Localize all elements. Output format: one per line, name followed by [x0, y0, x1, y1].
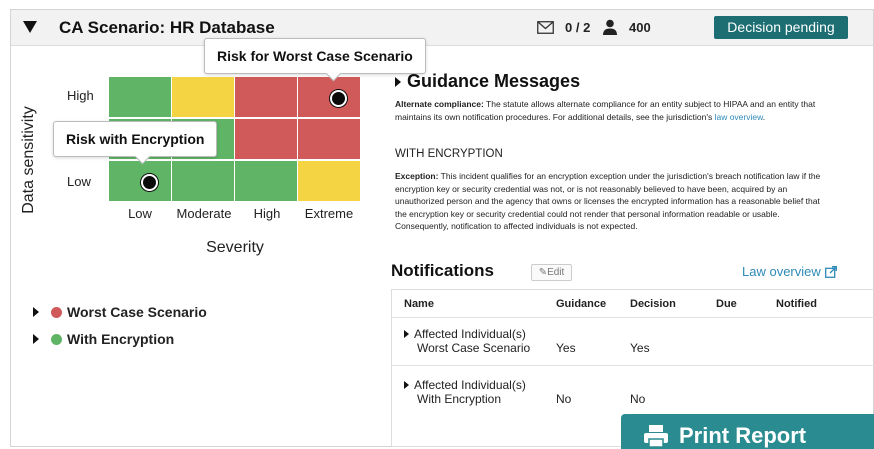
worst-case-marker[interactable] [330, 90, 347, 107]
row-name-line2: With Encryption [417, 392, 502, 406]
matrix-cell [235, 77, 297, 117]
pencil-icon: ✎ [538, 267, 548, 278]
x-tick-extreme: Extreme [304, 206, 354, 221]
x-tick-moderate: Moderate [176, 206, 232, 221]
legend-label: With Encryption [67, 331, 175, 347]
matrix-cell [235, 161, 297, 201]
expand-caret-icon [404, 330, 409, 338]
collapse-caret-icon[interactable] [23, 21, 37, 33]
law-overview-label: Law overview [742, 264, 821, 279]
table-row[interactable]: Affected Individual(s) With Encryption N… [392, 370, 874, 417]
row-guidance: Yes [556, 341, 576, 355]
row-name-line2: Worst Case Scenario [417, 341, 531, 355]
expand-caret-icon [395, 76, 401, 87]
printer-icon [644, 425, 668, 448]
guidance-text: This incident qualifies for an encryptio… [395, 171, 821, 231]
notifications-title: Notifications [391, 261, 494, 280]
x-tick-low: Low [128, 206, 152, 221]
edit-label: Edit [547, 267, 565, 278]
y-tick-low: Low [67, 174, 91, 189]
guidance-label: Alternate compliance: [395, 99, 484, 109]
scenario-title: CA Scenario: HR Database [59, 18, 275, 37]
col-guidance: Guidance [556, 298, 607, 310]
row-name: Affected Individual(s) With Encryption [404, 378, 526, 406]
law-overview-button[interactable]: Law overview [742, 264, 837, 279]
expand-caret-icon [33, 334, 39, 344]
external-link-icon [824, 265, 837, 278]
callout-encryption: Risk with Encryption [53, 121, 218, 157]
guidance-toggle[interactable]: Guidance Messages [395, 71, 580, 92]
legend-label: Worst Case Scenario [67, 304, 207, 320]
col-decision: Decision [630, 298, 676, 310]
guidance-text-end: . [762, 111, 766, 122]
y-tick-high: High [67, 88, 94, 103]
green-dot-icon [51, 333, 62, 345]
y-axis-label: Data sensitivity [20, 106, 37, 214]
guidance-title: Guidance Messages [407, 71, 581, 91]
envelope-icon [537, 21, 554, 34]
matrix-cell [298, 119, 360, 159]
col-name: Name [404, 298, 434, 310]
col-due: Due [716, 298, 737, 310]
matrix-cell [172, 77, 234, 117]
matrix-cell [298, 77, 360, 117]
matrix-cell [298, 161, 360, 201]
matrix-cell [172, 161, 234, 201]
encryption-marker[interactable] [141, 174, 158, 191]
scenario-header: CA Scenario: HR Database 0 / 2 400 Decis… [11, 10, 873, 46]
row-name-line1: Affected Individual(s) [414, 327, 526, 341]
table-header: Name Guidance Decision Due Notified [392, 290, 874, 318]
row-decision: Yes [630, 341, 650, 355]
legend-worst-case[interactable]: Worst Case Scenario [33, 304, 207, 320]
col-notified: Notified [776, 298, 817, 310]
guidance-exception: Exception: This incident qualifies for a… [395, 170, 825, 233]
x-tick-high: High [253, 206, 281, 221]
law-overview-link[interactable]: law overview [715, 112, 763, 122]
guidance-alternate-compliance: Alternate compliance: The statute allows… [395, 98, 825, 123]
message-count: 0 / 2 [565, 20, 591, 35]
red-dot-icon [51, 306, 62, 318]
print-report-button[interactable]: Print Report [621, 414, 874, 449]
expand-caret-icon [33, 307, 39, 317]
row-name: Affected Individual(s) Worst Case Scenar… [404, 327, 530, 355]
matrix-cell [109, 161, 171, 201]
edit-button[interactable]: ✎Edit [531, 264, 572, 281]
legend-with-encryption[interactable]: With Encryption [33, 331, 174, 347]
status-badge: Decision pending [714, 16, 848, 39]
expand-caret-icon [404, 381, 409, 389]
guidance-label: Exception: [395, 171, 439, 181]
table-row[interactable]: Affected Individual(s) Worst Case Scenar… [392, 319, 874, 366]
guidance-subheading: WITH ENCRYPTION [395, 148, 503, 160]
callout-worst-case: Risk for Worst Case Scenario [204, 38, 426, 74]
print-report-label: Print Report [679, 423, 807, 448]
row-guidance: No [556, 392, 572, 406]
row-name-line1: Affected Individual(s) [414, 378, 526, 392]
x-axis-label: Severity [206, 239, 264, 256]
matrix-cell [235, 119, 297, 159]
scenario-card: CA Scenario: HR Database 0 / 2 400 Decis… [10, 9, 874, 447]
matrix-cell [109, 77, 171, 117]
row-decision: No [630, 392, 646, 406]
user-icon [603, 19, 617, 35]
affected-user-count: 400 [629, 20, 651, 35]
